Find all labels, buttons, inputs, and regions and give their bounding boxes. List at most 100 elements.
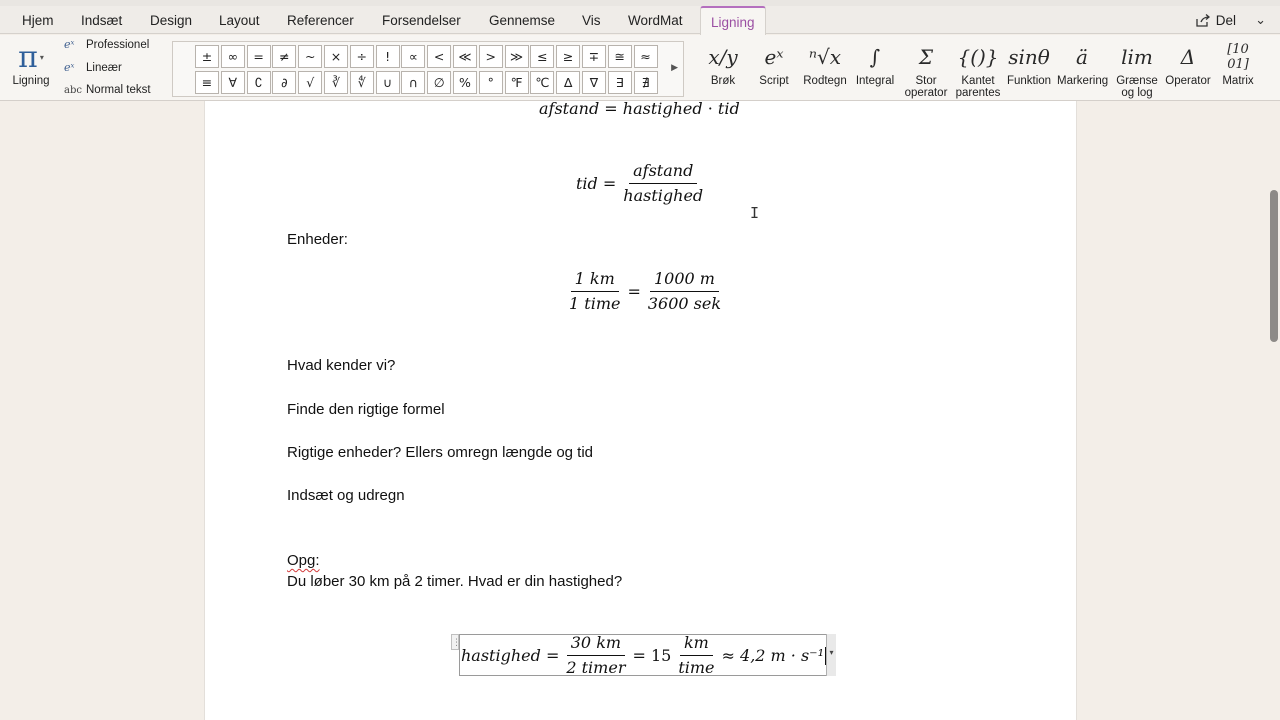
symbol-button[interactable]: > bbox=[478, 45, 503, 68]
symbol-button[interactable]: √ bbox=[298, 71, 323, 94]
eq1-dot: · bbox=[707, 101, 713, 118]
structure-button[interactable]: ä Markering bbox=[1057, 39, 1108, 87]
equation-speed[interactable]: hastighed = 30 km 2 timer = 15 km time ≈… bbox=[461, 633, 827, 678]
structure-button[interactable]: ⁿ√x Rodtegn bbox=[803, 39, 847, 87]
symbol-button[interactable]: ∂ bbox=[272, 71, 297, 94]
structure-label: Matrix bbox=[1222, 75, 1254, 87]
tab-forsendelser[interactable]: Forsendelser bbox=[382, 13, 461, 28]
eq4-den1: 2 timer bbox=[566, 658, 626, 677]
ibeam-cursor-icon: I bbox=[750, 204, 760, 222]
insert-equation-button[interactable]: π ▾ Ligning bbox=[8, 39, 54, 88]
structure-button[interactable]: {()} Kantet parentes bbox=[955, 39, 1001, 99]
structure-button[interactable]: lim Grænse og log bbox=[1114, 39, 1160, 99]
tab-hjem[interactable]: Hjem bbox=[22, 13, 54, 28]
equation-units[interactable]: 1 km 1 time = 1000 m 3600 sek bbox=[562, 269, 728, 314]
normal-text-label: Normal tekst bbox=[86, 84, 151, 96]
symbol-button[interactable]: ∛ bbox=[323, 71, 348, 94]
step-paragraph: Rigtige enheder? Ellers omregn længde og… bbox=[287, 444, 594, 461]
symbol-button[interactable]: % bbox=[452, 71, 477, 94]
ribbon-tab-bar: Hjem Indsæt Design Layout Referencer For… bbox=[0, 6, 1280, 35]
eq3-den2: 3600 sek bbox=[647, 294, 722, 313]
symbol-button[interactable]: ≠ bbox=[272, 45, 297, 68]
symbol-button[interactable]: ~ bbox=[298, 45, 323, 68]
structure-icon: x/y bbox=[708, 45, 738, 69]
tab-wordmat[interactable]: WordMat bbox=[628, 13, 683, 28]
structure-button[interactable]: Σ Stor operator bbox=[902, 39, 950, 99]
tab-ligning[interactable]: Ligning bbox=[700, 6, 766, 35]
symbol-button[interactable]: ± bbox=[195, 45, 219, 68]
symbol-button[interactable]: ∃ bbox=[607, 71, 632, 94]
structure-label: Grænse og log bbox=[1116, 75, 1158, 99]
symbol-button[interactable]: ∄ bbox=[633, 71, 658, 94]
document-page[interactable]: afstand = hastighed · tid tid = afstand … bbox=[204, 101, 1077, 720]
eq2-denominator: hastighed bbox=[623, 186, 704, 205]
symbol-button[interactable]: ≤ bbox=[530, 45, 555, 68]
symbol-button[interactable]: ≪ bbox=[452, 45, 477, 68]
eq1-op: = bbox=[604, 101, 618, 118]
symbol-button[interactable]: = bbox=[246, 45, 271, 68]
symbol-button[interactable]: ∇ bbox=[581, 71, 606, 94]
share-button[interactable]: Del bbox=[1196, 13, 1236, 28]
tab-vis[interactable]: Vis bbox=[582, 13, 601, 28]
symbol-button[interactable]: ∅ bbox=[427, 71, 452, 94]
structure-button[interactable]: Δ Operator bbox=[1165, 39, 1211, 87]
eq4-lhs: hastighed bbox=[461, 646, 541, 665]
eq3-num1: 1 km bbox=[570, 269, 619, 292]
symbol-button[interactable]: ÷ bbox=[349, 45, 374, 68]
equation-handle[interactable]: ⋮ bbox=[451, 634, 461, 650]
symbol-button[interactable]: ∆ bbox=[556, 71, 581, 94]
symbol-button[interactable]: ∝ bbox=[401, 45, 426, 68]
symbol-button[interactable]: ∓ bbox=[581, 45, 606, 68]
structure-label: Rodtegn bbox=[803, 75, 847, 87]
structure-icon: Σ bbox=[918, 45, 934, 69]
tab-design[interactable]: Design bbox=[150, 13, 192, 28]
structure-button[interactable]: ∫ Integral bbox=[855, 39, 895, 87]
symbol-button[interactable]: ≥ bbox=[556, 45, 581, 68]
structure-icon: ⁿ√x bbox=[808, 45, 842, 69]
professional-icon: eˣ bbox=[64, 38, 75, 51]
eq4-den2: time bbox=[678, 658, 715, 677]
tab-gennemse[interactable]: Gennemse bbox=[489, 13, 555, 28]
symbol-button[interactable]: ∞ bbox=[220, 45, 245, 68]
share-label: Del bbox=[1215, 13, 1236, 28]
symbol-button[interactable]: ∜ bbox=[349, 71, 374, 94]
symbol-button[interactable]: ≅ bbox=[607, 45, 632, 68]
ribbon-collapse-icon[interactable]: ⌄ bbox=[1255, 12, 1266, 28]
symbol-button[interactable]: ≡ bbox=[195, 71, 219, 94]
scrollbar-thumb[interactable] bbox=[1270, 190, 1278, 342]
eq2-numerator: afstand bbox=[629, 161, 698, 184]
symbol-button[interactable]: < bbox=[427, 45, 452, 68]
symbol-button[interactable]: ° bbox=[478, 71, 503, 94]
symbol-button[interactable]: ℉ bbox=[504, 71, 529, 94]
equation-distance[interactable]: afstand = hastighed · tid bbox=[539, 101, 740, 118]
symbol-button[interactable]: ℃ bbox=[530, 71, 555, 94]
structure-button[interactable]: eˣ Script bbox=[754, 39, 794, 87]
symbol-button[interactable]: ∀ bbox=[220, 71, 245, 94]
structure-icon: lim bbox=[1121, 45, 1153, 69]
normal-text-button[interactable]: abc Normal tekst bbox=[64, 84, 151, 96]
structure-button[interactable]: sinθ Funktion bbox=[1005, 39, 1053, 87]
professional-format-button[interactable]: eˣ Professionel bbox=[64, 38, 149, 51]
symbol-button[interactable]: × bbox=[323, 45, 348, 68]
structure-button[interactable]: x/y Brøk bbox=[708, 39, 738, 87]
equation-options-dropdown[interactable]: ▾ bbox=[826, 634, 836, 676]
step-paragraph: Hvad kender vi? bbox=[287, 357, 396, 374]
symbol-button[interactable]: ∪ bbox=[375, 71, 400, 94]
symbol-button[interactable]: ∁ bbox=[246, 71, 271, 94]
eq1-a: hastighed bbox=[622, 101, 703, 118]
equation-time[interactable]: tid = afstand hastighed bbox=[576, 161, 710, 206]
tab-layout[interactable]: Layout bbox=[219, 13, 260, 28]
eq3-op: = bbox=[627, 282, 641, 301]
structure-icon: {()} bbox=[957, 45, 999, 69]
gallery-expand-icon[interactable]: ▶ bbox=[671, 62, 678, 73]
linear-icon: eˣ bbox=[64, 61, 75, 74]
symbol-button[interactable]: ! bbox=[375, 45, 400, 68]
tab-referencer[interactable]: Referencer bbox=[287, 13, 354, 28]
symbol-button[interactable]: ∩ bbox=[401, 71, 426, 94]
symbol-button[interactable]: ≫ bbox=[504, 45, 529, 68]
eq3-fraction-right: 1000 m 3600 sek bbox=[644, 269, 725, 314]
structure-button[interactable]: [10 01] Matrix bbox=[1218, 39, 1258, 87]
tab-indsaet[interactable]: Indsæt bbox=[81, 13, 122, 28]
symbol-button[interactable]: ≈ bbox=[633, 45, 658, 68]
linear-format-button[interactable]: eˣ Lineær bbox=[64, 61, 122, 74]
